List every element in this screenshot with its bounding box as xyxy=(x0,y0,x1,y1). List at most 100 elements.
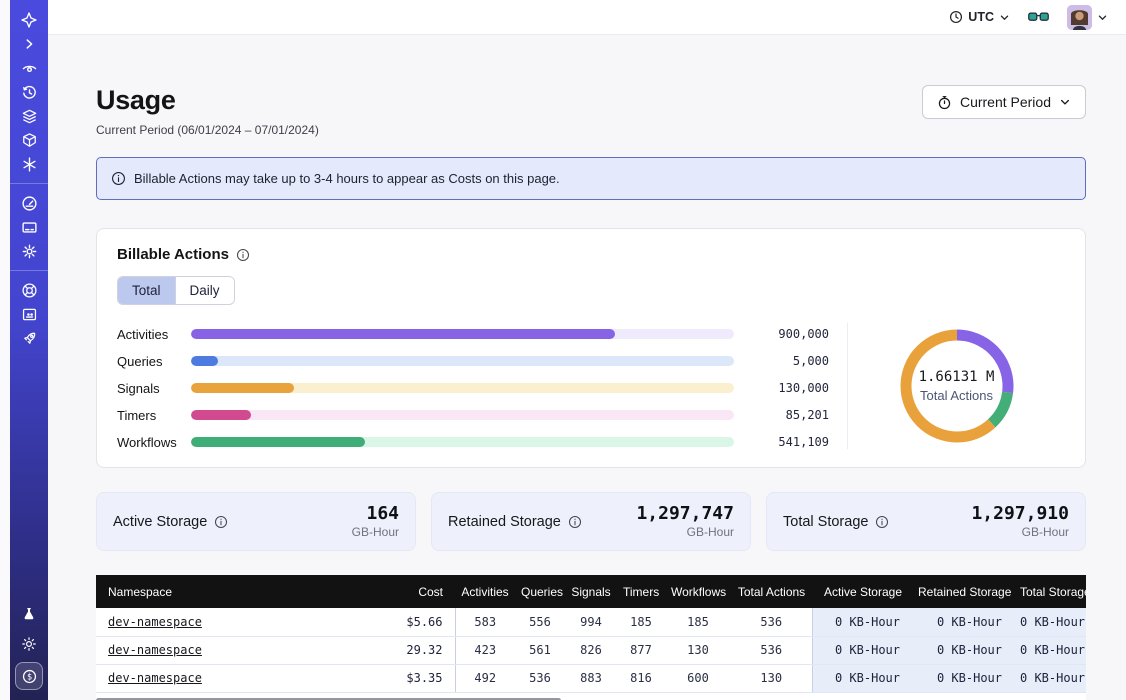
bar-row: Queries5,000 xyxy=(117,354,829,368)
namespace-link[interactable]: dev-namespace xyxy=(108,671,202,685)
layers-icon[interactable] xyxy=(15,104,43,128)
lifebuoy-icon[interactable] xyxy=(15,278,43,302)
gauge-icon[interactable] xyxy=(15,191,43,215)
chart-title: Billable Actions xyxy=(117,246,229,263)
eye-icon[interactable] xyxy=(15,56,43,80)
chart-view-tabs: Total Daily xyxy=(117,276,235,305)
active-storage-cell: 0 KB-Hour xyxy=(812,608,912,636)
total-storage-cell: 0 KB-Hour xyxy=(1014,636,1086,664)
storage-card-label: Active Storage xyxy=(113,514,207,530)
temporal-logo-icon[interactable] xyxy=(15,8,43,32)
cost-cell: 29.32 xyxy=(366,636,455,664)
queries-cell: 556 xyxy=(515,608,565,636)
banner-text: Billable Actions may take up to 3-4 hour… xyxy=(134,171,560,186)
bar-fill xyxy=(191,356,218,366)
active-storage-card: Active Storage 164 GB-Hour xyxy=(96,492,416,551)
bar-label: Activities xyxy=(117,327,191,342)
column-header: Namespace xyxy=(96,575,366,608)
activities-cell: 583 xyxy=(455,608,515,636)
bar-row: Activities 900,000 xyxy=(117,327,829,341)
tab-daily[interactable]: Daily xyxy=(175,277,234,304)
namespace-link[interactable]: dev-namespace xyxy=(108,615,202,629)
queries-cell: 536 xyxy=(515,664,565,692)
gear-icon[interactable] xyxy=(15,239,43,263)
dollar-coin-icon[interactable]: $ xyxy=(15,662,43,690)
donut-total-label: Total Actions xyxy=(920,388,993,403)
timezone-selector[interactable]: UTC xyxy=(949,10,1010,24)
timers-cell: 877 xyxy=(617,636,665,664)
total-actions-cell: 536 xyxy=(731,608,812,636)
credit-card-icon[interactable] xyxy=(15,215,43,239)
bar-fill xyxy=(191,437,365,447)
retained-storage-cell: 0 KB-Hour xyxy=(912,664,1014,692)
asterisk-icon[interactable] xyxy=(15,152,43,176)
column-header: Workflows xyxy=(665,575,731,608)
storage-card-unit: GB-Hour xyxy=(636,525,734,539)
billable-actions-card: Billable Actions Total Daily Activities 9… xyxy=(96,228,1086,468)
page-header: Usage Current Period (06/01/2024 – 07/01… xyxy=(96,85,1086,137)
info-icon xyxy=(111,171,126,186)
bar-label: Timers xyxy=(117,408,191,423)
column-header: Retained Storage xyxy=(912,575,1014,608)
donut-chart: 1.66131 M Total Actions xyxy=(895,324,1019,448)
flask-icon[interactable] xyxy=(15,602,43,626)
bar-value: 900,000 xyxy=(734,327,829,341)
bar-fill xyxy=(191,410,251,420)
bar-row: Signals130,000 xyxy=(117,381,829,395)
chevron-right-icon[interactable] xyxy=(15,32,43,56)
bar-track xyxy=(191,383,734,393)
tab-total[interactable]: Total xyxy=(118,277,175,304)
retained-storage-card: Retained Storage 1,297,747 GB-Hour xyxy=(431,492,751,551)
column-header: Signals xyxy=(565,575,617,608)
queries-cell: 561 xyxy=(515,636,565,664)
avatar xyxy=(1067,5,1092,30)
column-header: Activities xyxy=(455,575,515,608)
info-icon[interactable] xyxy=(236,248,250,262)
workflows-cell: 130 xyxy=(665,636,731,664)
period-dropdown-button[interactable]: Current Period xyxy=(922,85,1086,119)
info-icon[interactable] xyxy=(214,515,228,529)
terminal-icon[interactable] xyxy=(15,302,43,326)
sidebar: $ xyxy=(10,0,48,700)
bar-track xyxy=(191,410,734,420)
chevron-down-icon xyxy=(999,12,1010,23)
bar-track xyxy=(191,329,734,339)
timers-cell: 816 xyxy=(617,664,665,692)
info-icon[interactable] xyxy=(875,515,889,529)
storage-card-value: 164 xyxy=(352,504,399,524)
history-icon[interactable] xyxy=(15,80,43,104)
page-title: Usage xyxy=(96,85,319,116)
sidebar-bottom-group: $ xyxy=(15,602,43,690)
storage-card-label: Retained Storage xyxy=(448,514,561,530)
column-header: Total Storage xyxy=(1014,575,1086,608)
info-icon[interactable] xyxy=(568,515,582,529)
donut-chart-panel: 1.66131 M Total Actions xyxy=(847,323,1065,449)
sun-icon[interactable] xyxy=(15,632,43,656)
table-header-row: NamespaceCostActivitiesQueriesSignalsTim… xyxy=(96,575,1086,608)
rocket-icon[interactable] xyxy=(15,326,43,350)
clock-icon xyxy=(949,10,963,24)
total-actions-cell: 130 xyxy=(731,664,812,692)
table-row: dev-namespace29.324235618268771305360 KB… xyxy=(96,636,1086,664)
cost-cell: $3.35 xyxy=(366,664,455,692)
bar-value: 85,201 xyxy=(734,408,829,422)
account-menu[interactable] xyxy=(1067,5,1108,30)
glasses-icon[interactable] xyxy=(1028,10,1049,24)
bar-track xyxy=(191,356,734,366)
signals-cell: 826 xyxy=(565,636,617,664)
namespace-cell: dev-namespace xyxy=(96,664,366,692)
namespace-usage-table: NamespaceCostActivitiesQueriesSignalsTim… xyxy=(96,575,1086,700)
bar-value: 130,000 xyxy=(734,381,829,395)
total-storage-cell: 0 KB-Hour xyxy=(1014,664,1086,692)
bar-row: Timers 85,201 xyxy=(117,408,829,422)
storage-card-value: 1,297,910 xyxy=(971,504,1069,524)
activities-cell: 423 xyxy=(455,636,515,664)
cube-icon[interactable] xyxy=(15,128,43,152)
bar-value: 5,000 xyxy=(734,354,829,368)
sidebar-divider xyxy=(10,270,48,271)
bar-fill xyxy=(191,329,615,339)
namespace-link[interactable]: dev-namespace xyxy=(108,643,202,657)
bar-track xyxy=(191,437,734,447)
bar-fill xyxy=(191,383,294,393)
activities-cell: 492 xyxy=(455,664,515,692)
